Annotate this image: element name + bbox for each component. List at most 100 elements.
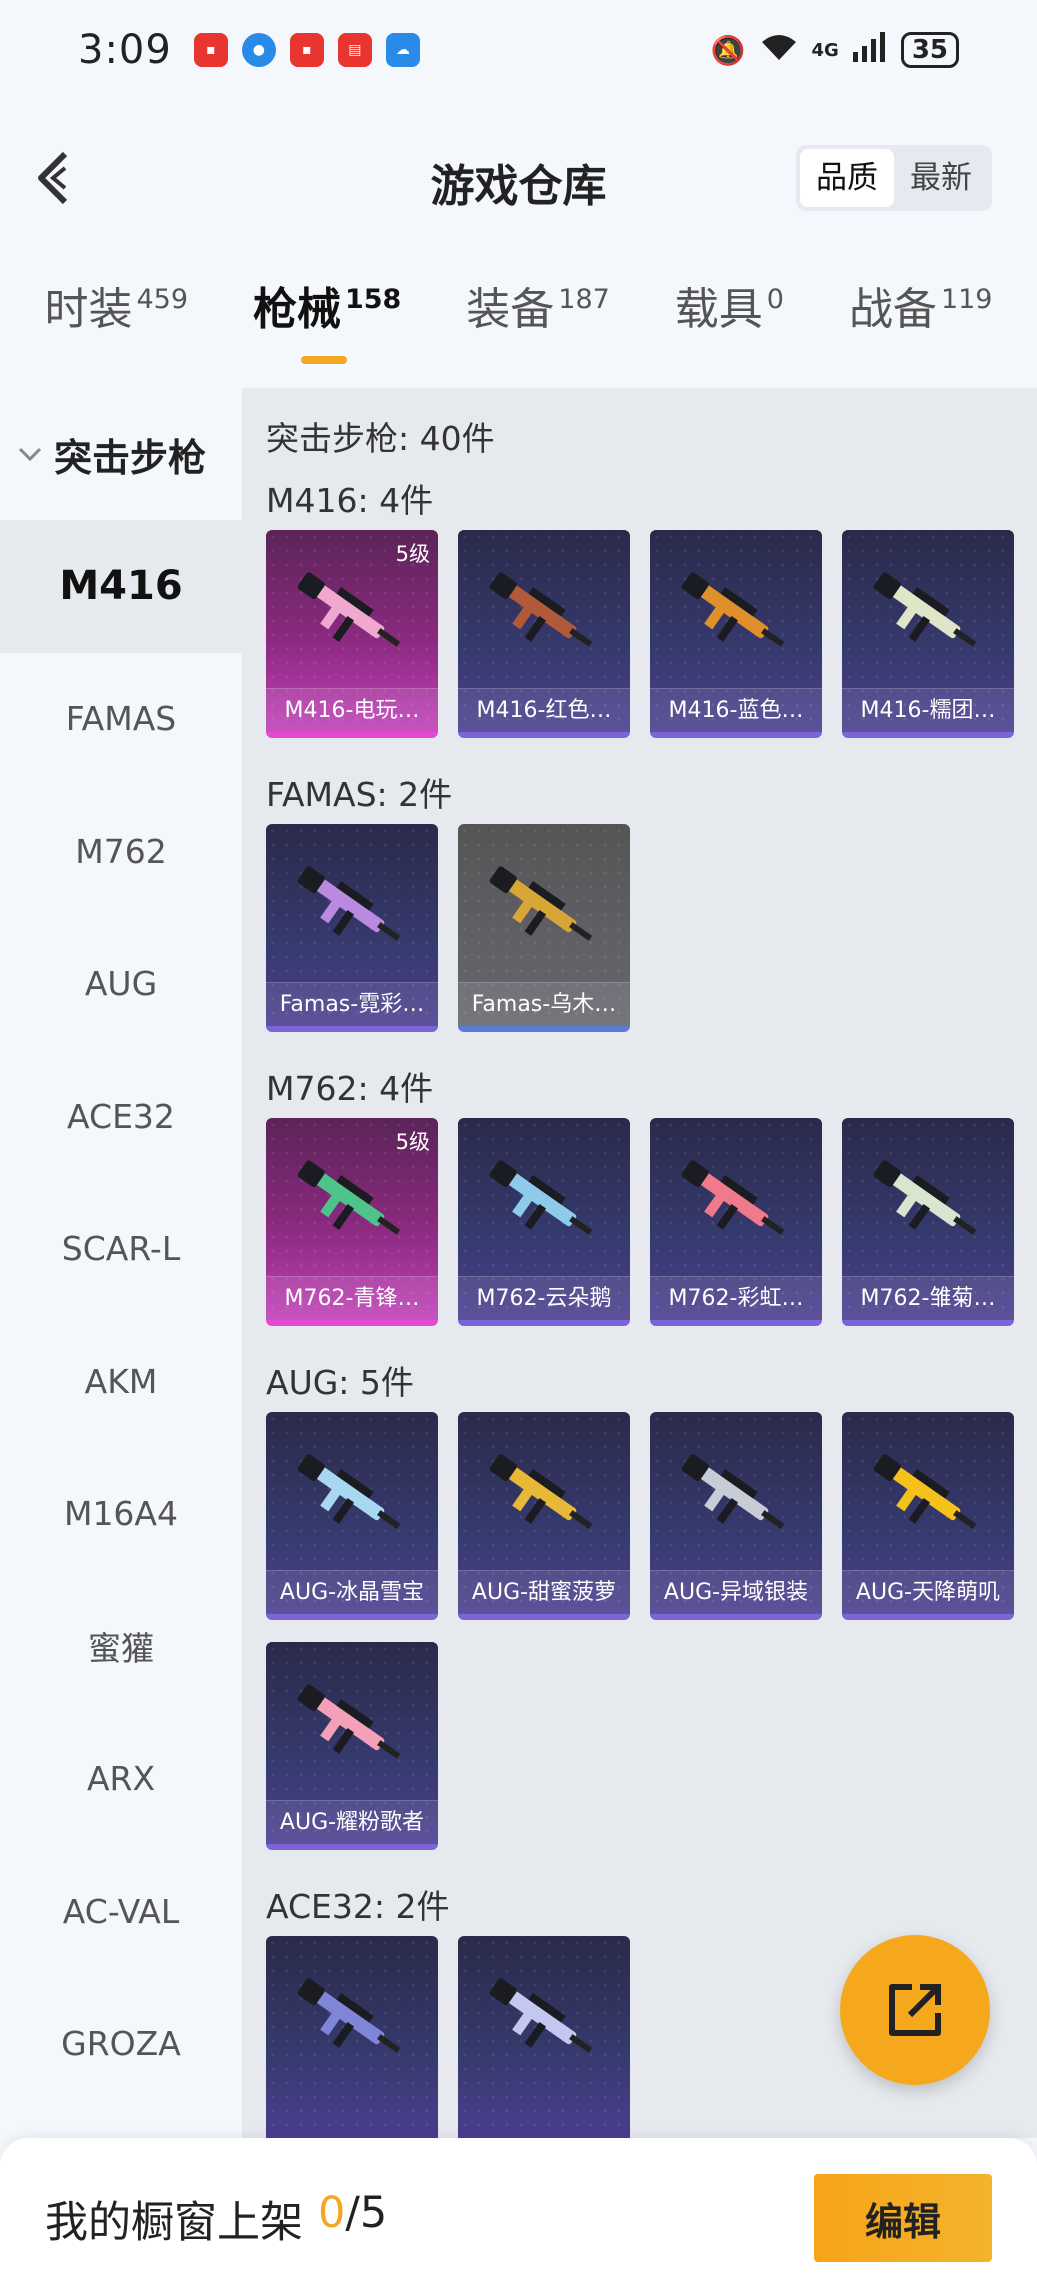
rifle-icon — [489, 1160, 593, 1235]
rifle-icon — [297, 1454, 401, 1529]
weapon-skin-name: M762-云朵鹅 — [458, 1276, 630, 1320]
sidebar-item-aug[interactable]: AUG — [0, 918, 242, 1051]
share-button[interactable] — [840, 1935, 990, 2085]
tab-vehicles[interactable]: 载具 0 — [675, 280, 784, 380]
sidebar-item-scar-l[interactable]: SCAR-L — [0, 1183, 242, 1316]
weapon-skin-card[interactable]: 5级 M416-电玩… — [266, 530, 438, 738]
weapon-skin-name: M762-彩虹… — [650, 1276, 822, 1320]
tab-firearms[interactable]: 枪械 158 — [253, 280, 401, 380]
tab-count: 459 — [136, 284, 189, 315]
weapon-skin-card[interactable]: 5级 M762-青锋… — [266, 1118, 438, 1326]
weapon-skin-card[interactable]: M762-云朵鹅 — [458, 1118, 630, 1326]
rifle-icon — [297, 1978, 401, 2053]
tab-equipment[interactable]: 装备 187 — [466, 280, 610, 380]
status-time: 3:09 — [78, 27, 172, 73]
weapon-skin-name: AUG-冰晶雪宝 — [266, 1570, 438, 1614]
section-title: M762: 4件 — [266, 1069, 434, 1108]
rifle-icon — [489, 866, 593, 941]
section-title: M416: 4件 — [266, 481, 434, 520]
showcase-count: 0/5 — [318, 2188, 387, 2238]
rifle-icon — [297, 1160, 401, 1235]
sidebar-item-groza[interactable]: GROZA — [0, 1978, 242, 2111]
tab-label: 载具 — [674, 284, 763, 335]
weapon-skin-card[interactable]: AUG-甜蜜菠萝 — [458, 1412, 630, 1620]
browser-icon: ● — [241, 33, 276, 67]
signal-icon — [852, 31, 887, 69]
weapon-skin-card[interactable]: Famas-霓彩… — [266, 824, 438, 1032]
weapon-skin-name: Famas-乌木… — [458, 982, 630, 1026]
weapon-skin-name: AUG-甜蜜菠萝 — [458, 1570, 630, 1614]
tab-label: 时装 — [44, 284, 133, 335]
weapon-skin-card[interactable]: M762-雏菊… — [842, 1118, 1014, 1326]
rifle-icon — [297, 572, 401, 647]
weapon-skin-name: M762-青锋… — [266, 1276, 438, 1320]
weapon-skin-card[interactable]: Famas-乌木… — [458, 824, 630, 1032]
network-label: 4G — [811, 39, 839, 61]
weapon-skin-name: M416-红色… — [458, 688, 630, 732]
weapon-skin-card[interactable] — [266, 1936, 438, 2138]
tab-label: 战备 — [848, 284, 937, 335]
weapon-skin-name: M416-糯团… — [842, 688, 1014, 732]
sidebar-item-akm[interactable]: AKM — [0, 1315, 242, 1448]
sidebar-item-famas[interactable]: FAMAS — [0, 653, 242, 786]
weapon-skin-card[interactable] — [458, 1936, 630, 2138]
sidebar-item-arx[interactable]: ARX — [0, 1713, 242, 1846]
sidebar-item-m416[interactable]: M416 — [0, 520, 242, 653]
sidebar-item-honey-badger[interactable]: 蜜獾 — [0, 1580, 242, 1713]
category-tabs: 时装 459 枪械 158 装备 187 载具 0 战备 119 — [0, 280, 1037, 380]
section-title: FAMAS: 2件 — [266, 775, 453, 814]
sort-latest-option[interactable]: 最新 — [894, 149, 988, 207]
weapon-skin-card[interactable]: AUG-耀粉歌者 — [266, 1642, 438, 1850]
rifle-icon — [681, 1160, 785, 1235]
weapon-skin-name: M416-电玩… — [266, 688, 438, 732]
sidebar-group-label: 突击步枪 — [54, 435, 207, 480]
weapon-skin-card[interactable]: AUG-异域银装 — [650, 1412, 822, 1620]
weapon-sidebar: 突击步枪 M416 FAMAS M762 AUG ACE32 SCAR-L AK… — [0, 388, 242, 2138]
category-total: 突击步枪: 40件 — [266, 419, 495, 458]
sidebar-item-ace32[interactable]: ACE32 — [0, 1050, 242, 1183]
sort-toggle: 品质 最新 — [796, 145, 992, 211]
weapon-skin-card[interactable]: AUG-天降萌叽 — [842, 1412, 1014, 1620]
rifle-icon — [873, 1454, 977, 1529]
tab-count: 158 — [344, 284, 402, 315]
active-tab-indicator — [300, 356, 347, 364]
tab-label: 枪械 — [252, 284, 341, 335]
weapon-skin-card[interactable]: M416-糯团… — [842, 530, 1014, 738]
weapon-skin-card[interactable]: M416-蓝色… — [650, 530, 822, 738]
rifle-icon — [873, 1160, 977, 1235]
tab-label: 装备 — [466, 284, 555, 335]
sidebar-item-ac-val[interactable]: AC-VAL — [0, 1845, 242, 1978]
tab-count: 0 — [766, 284, 784, 315]
weapon-skin-name: M762-雏菊… — [842, 1276, 1014, 1320]
weapon-grid: 突击步枪: 40件 M416: 4件 5级 M416-电玩… M416-红色… M416… — [242, 388, 1037, 2138]
sidebar-group-assault-rifles[interactable]: 突击步枪 — [0, 388, 242, 520]
huawei-app-icon: ▪ — [193, 33, 228, 67]
rifle-icon — [297, 866, 401, 941]
section-title: ACE32: 2件 — [266, 1887, 450, 1926]
weapon-skin-name: Famas-霓彩… — [266, 982, 438, 1026]
sidebar-item-m762[interactable]: M762 — [0, 785, 242, 918]
sort-quality-option[interactable]: 品质 — [800, 149, 894, 207]
book-app-icon: ▤ — [337, 33, 372, 67]
weapon-skin-card[interactable]: M762-彩虹… — [650, 1118, 822, 1326]
mute-icon: 🔕 — [710, 33, 746, 67]
showcase-bar: 我的橱窗上架 0/5 编辑 — [0, 2138, 1037, 2295]
tab-fashion[interactable]: 时装 459 — [44, 280, 188, 380]
weapon-skin-card[interactable]: AUG-冰晶雪宝 — [266, 1412, 438, 1620]
rifle-icon — [297, 1684, 401, 1759]
showcase-total: /5 — [345, 2188, 388, 2238]
tab-count: 119 — [940, 284, 993, 315]
showcase-current: 0 — [318, 2188, 346, 2238]
edit-button[interactable]: 编辑 — [814, 2174, 992, 2262]
status-bar: 3:09 ▪ ● ▪ ▤ ☁ 🔕 4G 35 — [0, 0, 1037, 100]
rifle-icon — [681, 572, 785, 647]
battery-level: 35 — [900, 32, 959, 68]
sidebar-item-m16a4[interactable]: M16A4 — [0, 1448, 242, 1581]
tab-battle-gear[interactable]: 战备 119 — [849, 280, 993, 380]
share-icon — [889, 1984, 941, 2036]
rifle-icon — [489, 572, 593, 647]
showcase-label: 我的橱窗上架 — [45, 2198, 303, 2248]
level-badge: 5级 — [395, 1130, 430, 1154]
weapon-skin-name: AUG-耀粉歌者 — [266, 1800, 438, 1844]
weapon-skin-card[interactable]: M416-红色… — [458, 530, 630, 738]
